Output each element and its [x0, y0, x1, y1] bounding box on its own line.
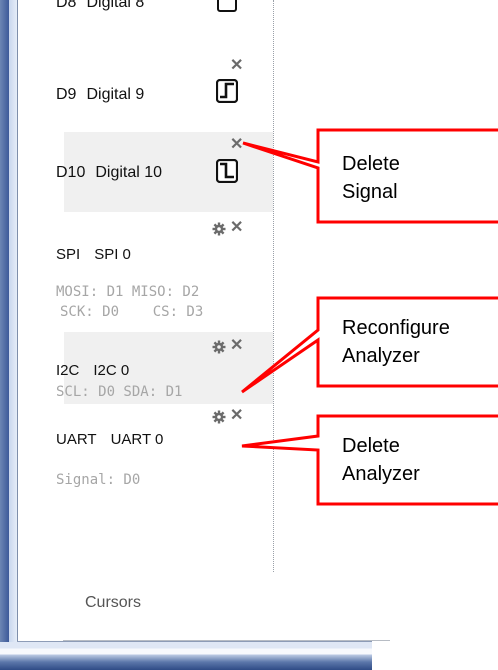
close-icon[interactable]: ✕	[230, 137, 243, 153]
signal-label-d8: D8 Digital 8	[56, 0, 144, 12]
analyzer-name: I2C 0	[93, 362, 130, 379]
analyzer-label-spi: SPI SPI 0	[56, 246, 131, 264]
callout-reconfigure-analyzer: Reconfigure Analyzer	[342, 314, 450, 370]
analyzer-row-spi[interactable]: ✕ SPI SPI 0 MOSI: D1 MISO: D2 SCK: D0 CS:…	[56, 212, 273, 332]
panel-bottom-border	[63, 640, 390, 641]
window-frame-bottom	[0, 642, 372, 670]
callout-line-2: Signal	[342, 181, 398, 203]
signal-panel: D8 Digital 8 ✕ D9 Digital 9 ✕ D10 Digital 1…	[18, 0, 390, 641]
analyzer-label-i2c: I2C I2C 0	[56, 362, 129, 380]
gear-icon[interactable]	[212, 410, 226, 424]
callout-line-1: Delete	[342, 153, 400, 175]
analyzer-config-line: MOSI: D1 MISO: D2	[56, 284, 200, 300]
signal-label-d9: D9 Digital 9	[56, 86, 144, 104]
analyzer-type: SPI	[56, 246, 81, 263]
signal-label-d10: D10 Digital 10	[56, 164, 162, 182]
close-icon[interactable]: ✕	[230, 338, 243, 354]
close-icon[interactable]: ✕	[230, 58, 243, 74]
signal-row-d9[interactable]: ✕ D9 Digital 9	[56, 48, 273, 132]
gear-icon[interactable]	[212, 222, 226, 236]
rising-edge-icon[interactable]	[216, 79, 238, 103]
window-frame-left	[0, 0, 9, 670]
analyzer-row-i2c[interactable]: ✕ I2C I2C 0 SCL: D0 SDA: D1	[56, 332, 273, 404]
analyzer-type: UART	[56, 431, 97, 448]
callout-delete-signal: Delete Signal	[342, 150, 400, 206]
cursors-tab[interactable]: Cursors	[85, 594, 141, 612]
analyzer-name: UART 0	[110, 431, 164, 448]
callout-line-2: Analyzer	[342, 345, 420, 367]
close-icon[interactable]: ✕	[230, 220, 243, 236]
signal-id: D10	[56, 164, 86, 181]
timeline-divider	[273, 0, 274, 572]
analyzer-type: I2C	[56, 362, 80, 379]
edge-trigger-icon[interactable]	[217, 0, 237, 12]
signal-id: D9	[56, 86, 77, 103]
signal-name: Digital 10	[95, 164, 163, 181]
callout-delete-analyzer: Delete Analyzer	[342, 432, 420, 488]
close-icon[interactable]: ✕	[230, 408, 243, 424]
signal-row-d8[interactable]: D8 Digital 8	[56, 0, 273, 48]
callout-line-2: Analyzer	[342, 463, 420, 485]
signal-row-d10[interactable]: ✕ D10 Digital 10	[56, 132, 273, 212]
analyzer-row-uart[interactable]: ✕ UART UART 0 Signal: D0	[56, 404, 273, 532]
signal-name: Digital 9	[86, 86, 145, 103]
callout-line-1: Delete	[342, 435, 400, 457]
signal-name: Digital 8	[86, 0, 145, 11]
analyzer-config-line: SCK: D0 CS: D3	[60, 304, 204, 320]
window-frame-left-inner	[9, 0, 17, 670]
analyzer-label-uart: UART UART 0	[56, 431, 163, 449]
callout-line-1: Reconfigure	[342, 317, 450, 339]
analyzer-config-line: SCL: D0 SDA: D1	[56, 384, 183, 400]
analyzer-config-line: Signal: D0	[56, 472, 141, 488]
signal-id: D8	[56, 0, 77, 11]
falling-edge-icon[interactable]	[216, 159, 238, 183]
gear-icon[interactable]	[212, 340, 226, 354]
analyzer-name: SPI 0	[94, 246, 131, 263]
